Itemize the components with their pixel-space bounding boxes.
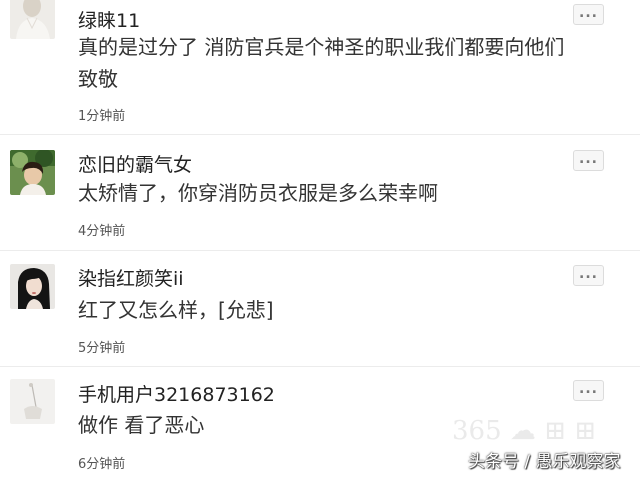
comment-item: 绿睐11 真的是过分了 消防官兵是个神圣的职业我们都要向他们致敬 1分钟前 ..…	[0, 0, 640, 135]
avatar[interactable]	[10, 379, 55, 424]
comment-text: 太矫情了，你穿消防员衣服是多么荣幸啊	[78, 181, 438, 205]
comment-timestamp: 4分钟前	[78, 224, 126, 239]
more-options-button[interactable]: ...	[573, 265, 604, 286]
comment-username[interactable]: 手机用户3216873162	[78, 380, 275, 407]
comment-text: 红了又怎么样，[允悲]	[78, 298, 274, 322]
comment-timestamp: 5分钟前	[78, 341, 126, 356]
more-dots-icon: ...	[579, 265, 598, 282]
more-dots-icon: ...	[579, 4, 598, 21]
avatar-image	[10, 379, 55, 424]
avatar[interactable]	[10, 150, 55, 195]
avatar[interactable]	[10, 264, 55, 309]
watermark-logo: 365 ☁ ⊞ ⊞	[452, 416, 596, 446]
comment-item: 染指红颜笑ii 红了又怎么样，[允悲] 5分钟前 ...	[0, 251, 640, 367]
avatar-image	[10, 150, 55, 195]
more-options-button[interactable]: ...	[573, 4, 604, 25]
comment-username[interactable]: 绿睐11	[78, 6, 140, 33]
comment-username[interactable]: 恋旧的霸气女	[78, 150, 192, 177]
more-options-button[interactable]: ...	[573, 150, 604, 171]
avatar-image	[10, 0, 55, 39]
more-dots-icon: ...	[579, 380, 598, 397]
comment-timestamp: 1分钟前	[78, 109, 126, 124]
avatar[interactable]	[10, 0, 55, 39]
comment-text: 真的是过分了 消防官兵是个神圣的职业我们都要向他们致敬	[78, 35, 565, 91]
more-options-button[interactable]: ...	[573, 380, 604, 401]
comment-username[interactable]: 染指红颜笑ii	[78, 264, 184, 291]
comment-list: 绿睐11 真的是过分了 消防官兵是个神圣的职业我们都要向他们致敬 1分钟前 ..…	[0, 0, 640, 474]
more-dots-icon: ...	[579, 150, 598, 167]
comment-item: 恋旧的霸气女 太矫情了，你穿消防员衣服是多么荣幸啊 4分钟前 ...	[0, 135, 640, 251]
comment-timestamp: 6分钟前	[78, 457, 126, 472]
avatar-image	[10, 264, 55, 309]
watermark-text: 头条号 / 愚乐观察家	[468, 452, 621, 472]
